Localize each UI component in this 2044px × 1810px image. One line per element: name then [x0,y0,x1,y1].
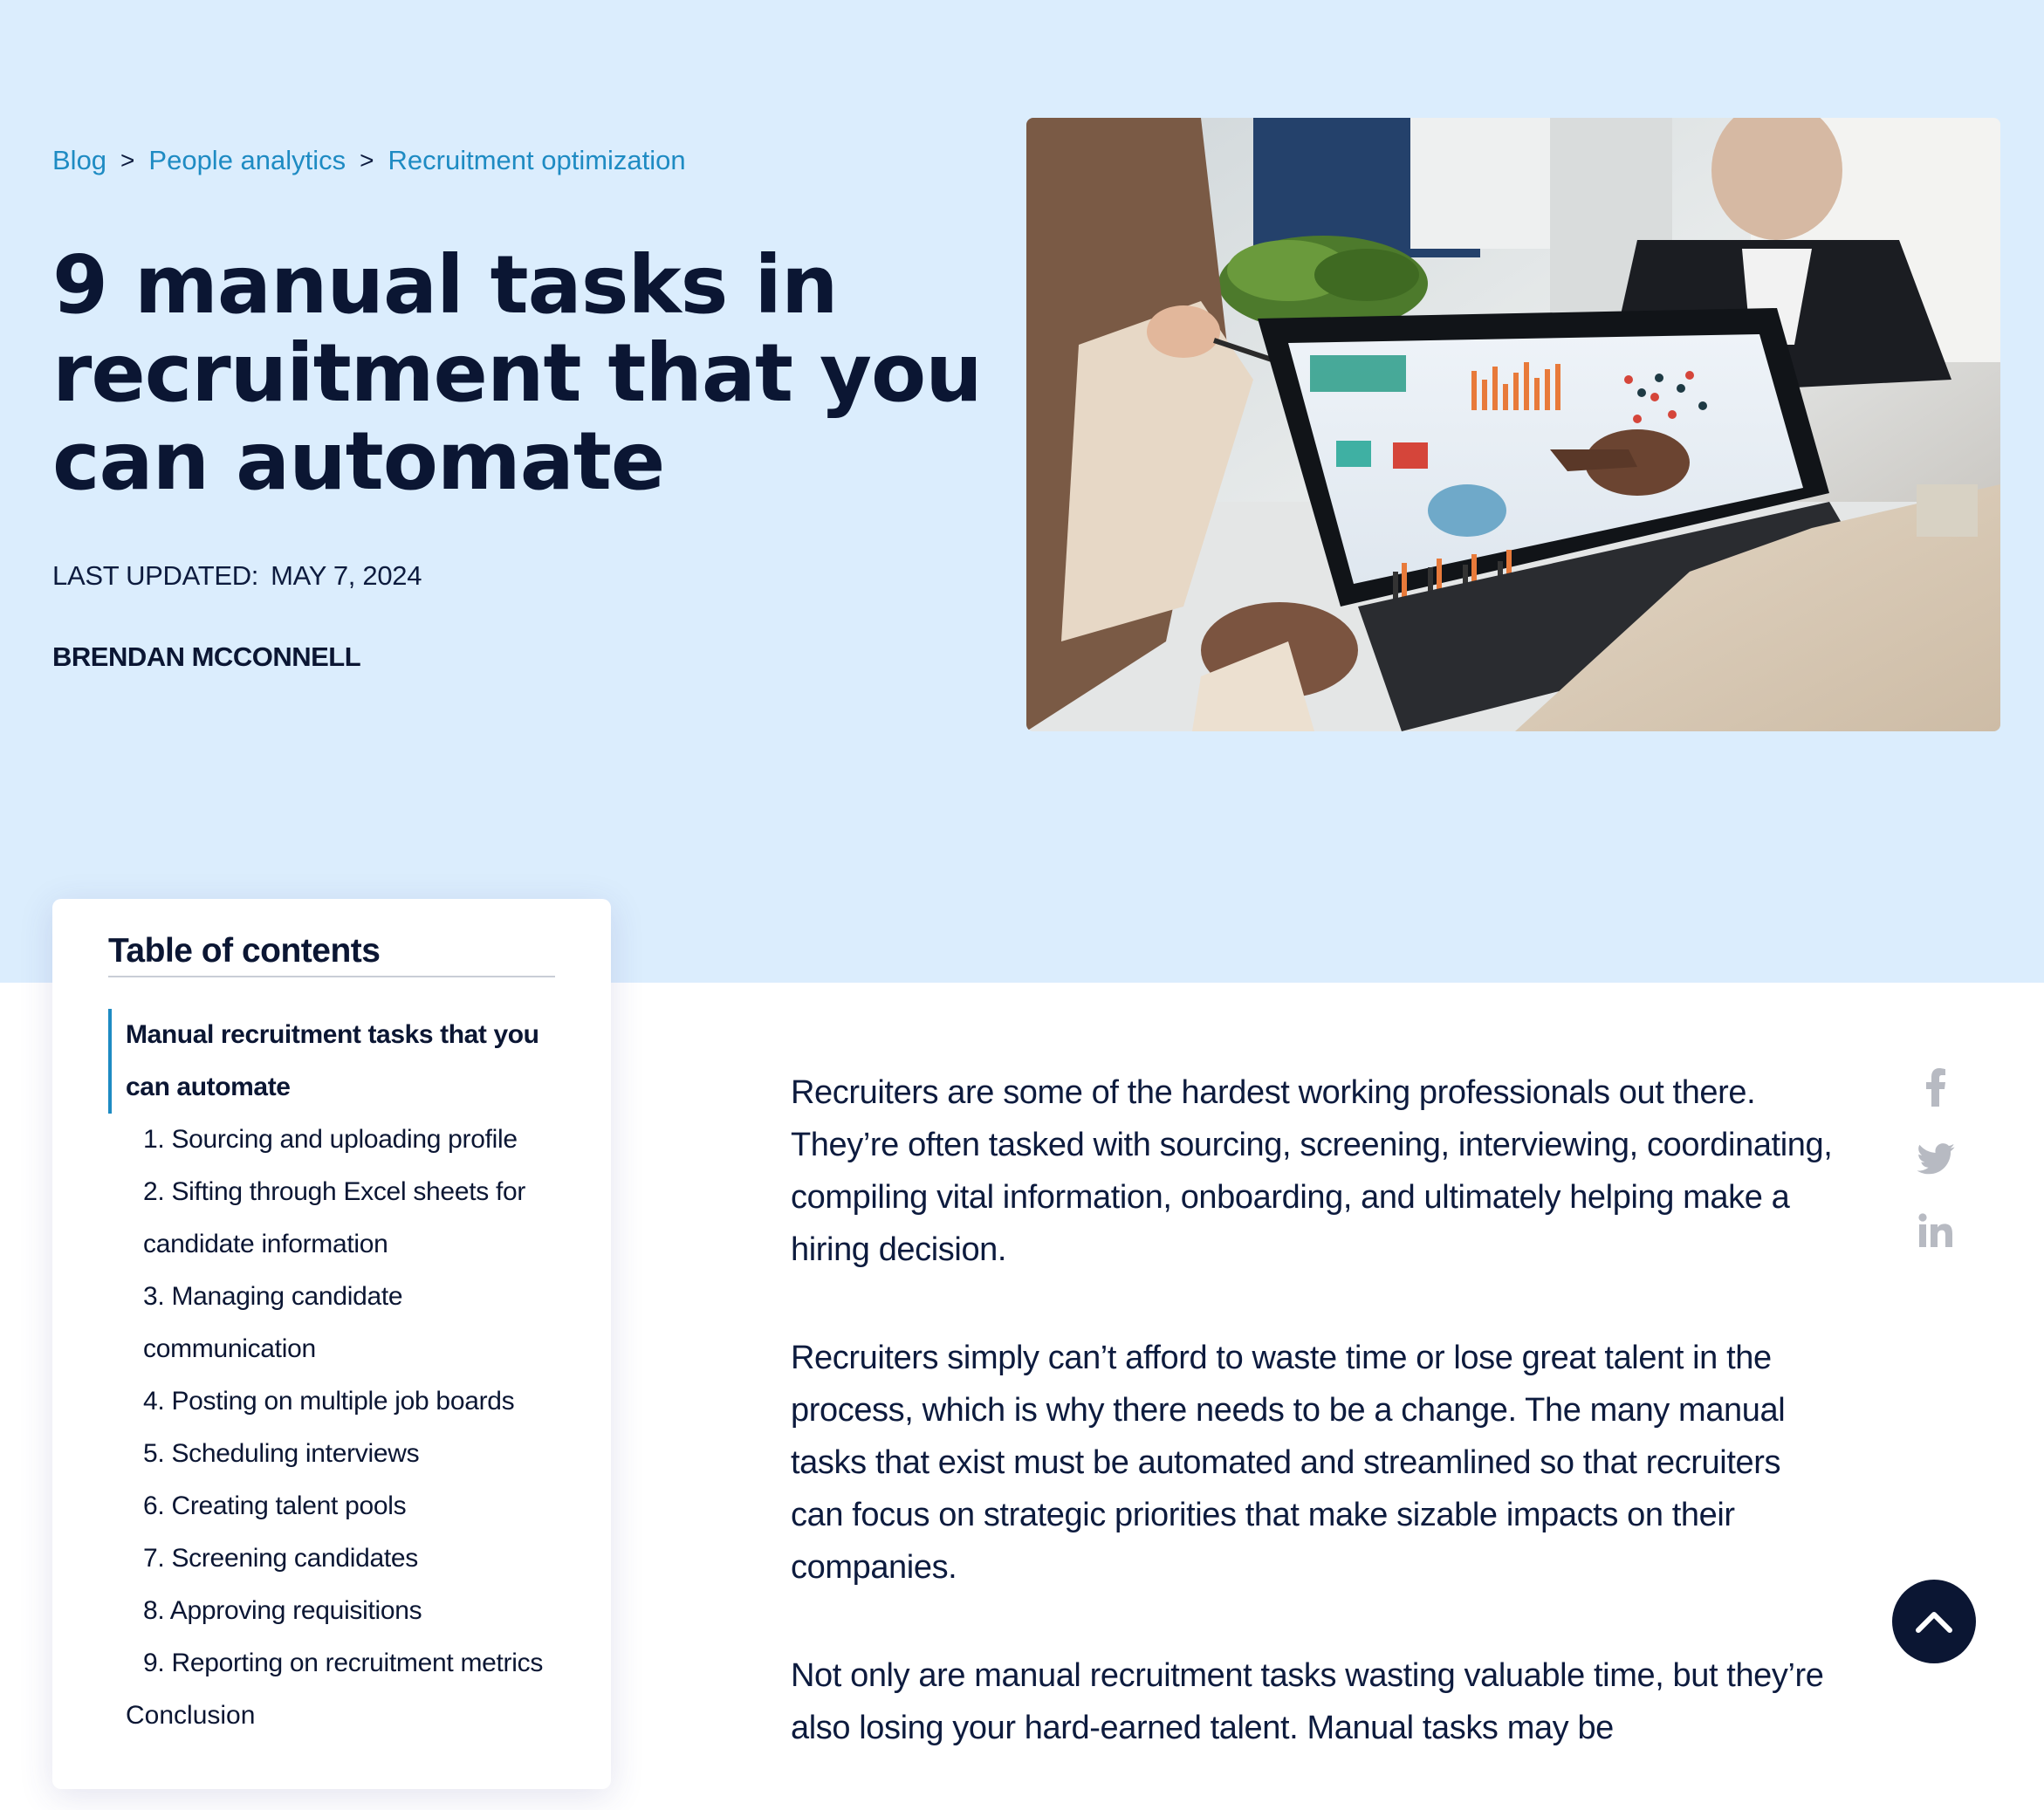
toc-item[interactable]: 3. Managing candidate communication [108,1271,562,1375]
breadcrumb-separator: > [120,147,135,174]
toc-item[interactable]: 8. Approving requisitions [108,1585,562,1637]
toc-item[interactable]: 9. Reporting on recruitment metrics [108,1637,562,1690]
article-body: Recruiters are some of the hardest worki… [791,1066,1838,1810]
twitter-icon [1917,1143,1955,1175]
article-paragraph: Recruiters simply can’t afford to waste … [791,1340,1786,1586]
toc-item-conclusion[interactable]: Conclusion [108,1690,580,1742]
author-name: BRENDAN MCCONNELL [52,641,361,672]
toc-item-active[interactable]: Manual recruitment tasks that you can au… [108,1009,580,1114]
toc-item[interactable]: 4. Posting on multiple job boards [108,1375,562,1428]
facebook-icon [1926,1068,1945,1107]
hero-section: Blog > People analytics > Recruitment op… [0,0,2044,983]
share-twitter-button[interactable] [1915,1138,1957,1180]
linkedin-icon [1918,1213,1952,1247]
last-updated-label: LAST UPDATED: [52,560,259,591]
breadcrumb: Blog > People analytics > Recruitment op… [52,145,686,176]
article-paragraph: Not only are manual recruitment tasks wa… [791,1657,1824,1746]
breadcrumb-recruitment-optimization[interactable]: Recruitment optimization [388,145,686,176]
scroll-to-top-button[interactable] [1892,1580,1976,1663]
article-paragraph: Recruiters are some of the hardest worki… [791,1074,1833,1268]
toc-item[interactable]: 7. Screening candidates [108,1532,562,1585]
toc-item[interactable]: 1. Sourcing and uploading profile [108,1114,562,1166]
breadcrumb-people-analytics[interactable]: People analytics [148,145,346,176]
toc-item[interactable]: 6. Creating talent pools [108,1480,562,1532]
chevron-up-icon [1916,1612,1952,1633]
last-updated-date: MAY 7, 2024 [271,560,422,591]
share-facebook-button[interactable] [1915,1066,1957,1108]
share-linkedin-button[interactable] [1915,1210,1957,1251]
breadcrumb-blog[interactable]: Blog [52,145,106,176]
breadcrumb-separator: > [360,147,374,174]
table-of-contents: Table of contents Manual recruitment tas… [52,899,611,1789]
toc-item[interactable]: 5. Scheduling interviews [108,1428,562,1480]
last-updated: LAST UPDATED: MAY 7, 2024 [52,560,422,592]
toc-list: Manual recruitment tasks that you can au… [108,1009,580,1742]
toc-item[interactable]: 2. Sifting through Excel sheets for cand… [108,1166,562,1271]
toc-title: Table of contents [108,932,555,977]
hero-image [1026,118,2000,731]
share-bar [1915,1066,1957,1251]
page-title: 9 manual tasks in recruitment that you c… [52,238,983,508]
